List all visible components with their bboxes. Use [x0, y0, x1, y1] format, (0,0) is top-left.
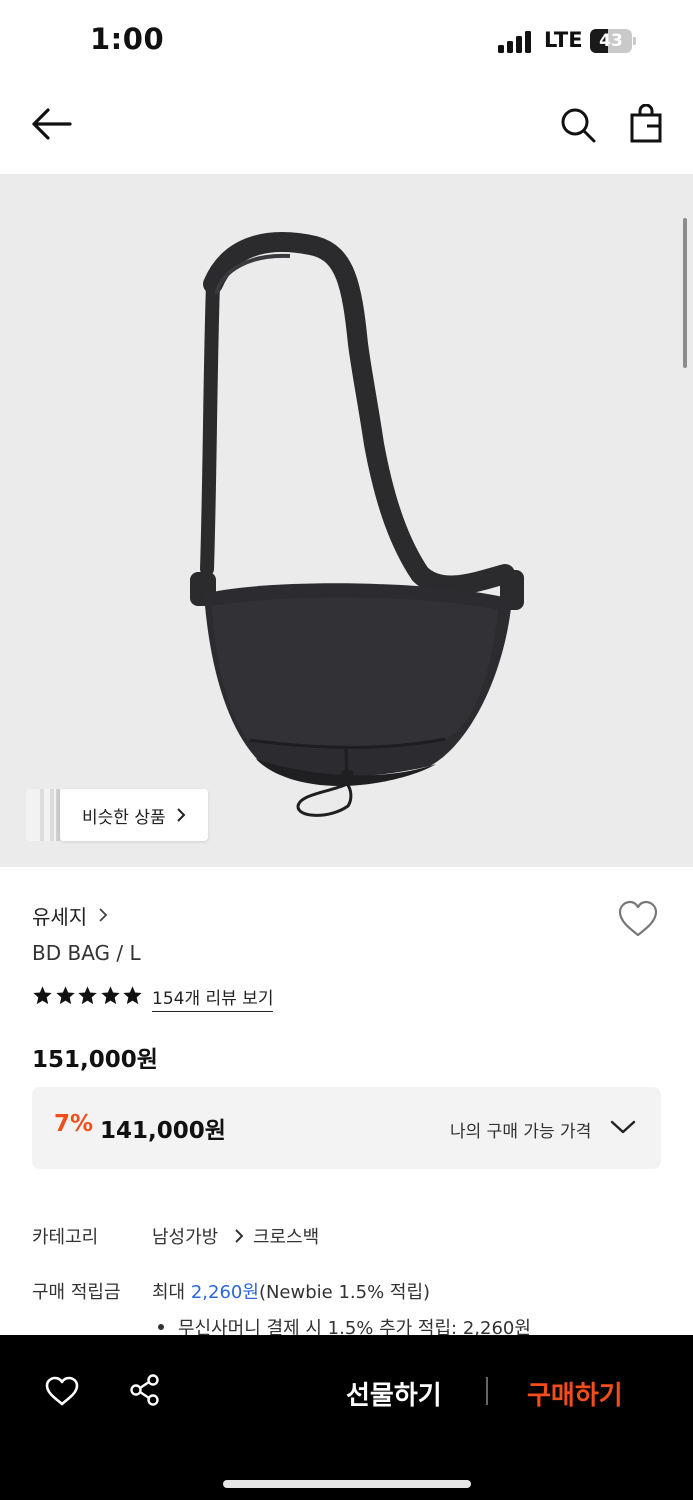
my-price-label: 나의 구매 가능 가격	[450, 1122, 592, 1142]
points-value: 최대 2,260원(Newbie 1.5% 적립)	[152, 1278, 430, 1304]
product-name: BD BAG / L	[32, 941, 141, 965]
category-main[interactable]: 남성가방	[152, 1223, 218, 1249]
shopping-bag-icon[interactable]	[628, 104, 664, 144]
chevron-right-icon	[177, 808, 186, 822]
points-prefix: 최대	[152, 1282, 191, 1303]
star-icon	[123, 986, 142, 1005]
category-sub[interactable]: 크로스백	[253, 1223, 319, 1249]
share-icon[interactable]	[128, 1373, 162, 1407]
home-indicator[interactable]	[223, 1480, 471, 1488]
search-icon[interactable]	[559, 106, 597, 144]
buy-button[interactable]: 구매하기	[527, 1375, 623, 1412]
points-amount: 2,260원	[190, 1282, 259, 1303]
price-box[interactable]: 7% 141,000원 나의 구매 가능 가격	[32, 1087, 661, 1169]
gift-button[interactable]: 선물하기	[346, 1375, 442, 1412]
bottom-action-bar: 선물하기 구매하기	[0, 1335, 693, 1500]
battery-level: 43	[599, 31, 623, 51]
discount-rate: 7%	[54, 1111, 94, 1137]
status-bar: 1:00 LTE 43	[0, 0, 693, 80]
points-label: 구매 적립금	[32, 1282, 121, 1303]
chevron-right-icon[interactable]	[98, 907, 108, 923]
battery-icon: 43	[590, 29, 636, 53]
star-icon	[33, 986, 52, 1005]
divider	[486, 1377, 488, 1405]
original-price: 151,000원	[32, 1047, 158, 1073]
network-type: LTE	[544, 28, 583, 52]
chevron-down-icon[interactable]	[610, 1119, 636, 1135]
category-label: 카테고리	[32, 1227, 99, 1248]
star-icon	[100, 986, 120, 1005]
heart-icon[interactable]	[617, 900, 659, 938]
product-image[interactable]: 비슷한 상품	[0, 174, 693, 867]
heart-icon[interactable]	[45, 1376, 79, 1406]
status-time: 1:00	[90, 22, 165, 56]
similar-products-button[interactable]: 비슷한 상품	[60, 789, 208, 841]
review-link[interactable]: 154개 리뷰 보기	[152, 984, 274, 1012]
image-scrollbar	[683, 218, 687, 368]
signal-icon	[498, 31, 534, 53]
top-nav	[0, 80, 693, 174]
arrow-left-icon[interactable]	[30, 106, 72, 142]
star-icon	[78, 986, 97, 1005]
bag-image	[190, 232, 524, 817]
star-icon	[55, 986, 75, 1005]
points-suffix: (Newbie 1.5% 적립)	[258, 1282, 431, 1303]
similar-products-label: 비슷한 상품	[82, 808, 166, 828]
sale-price: 141,000원	[100, 1118, 226, 1144]
brand-name[interactable]: 유세지	[32, 901, 87, 930]
chevron-right-icon	[235, 1229, 244, 1243]
